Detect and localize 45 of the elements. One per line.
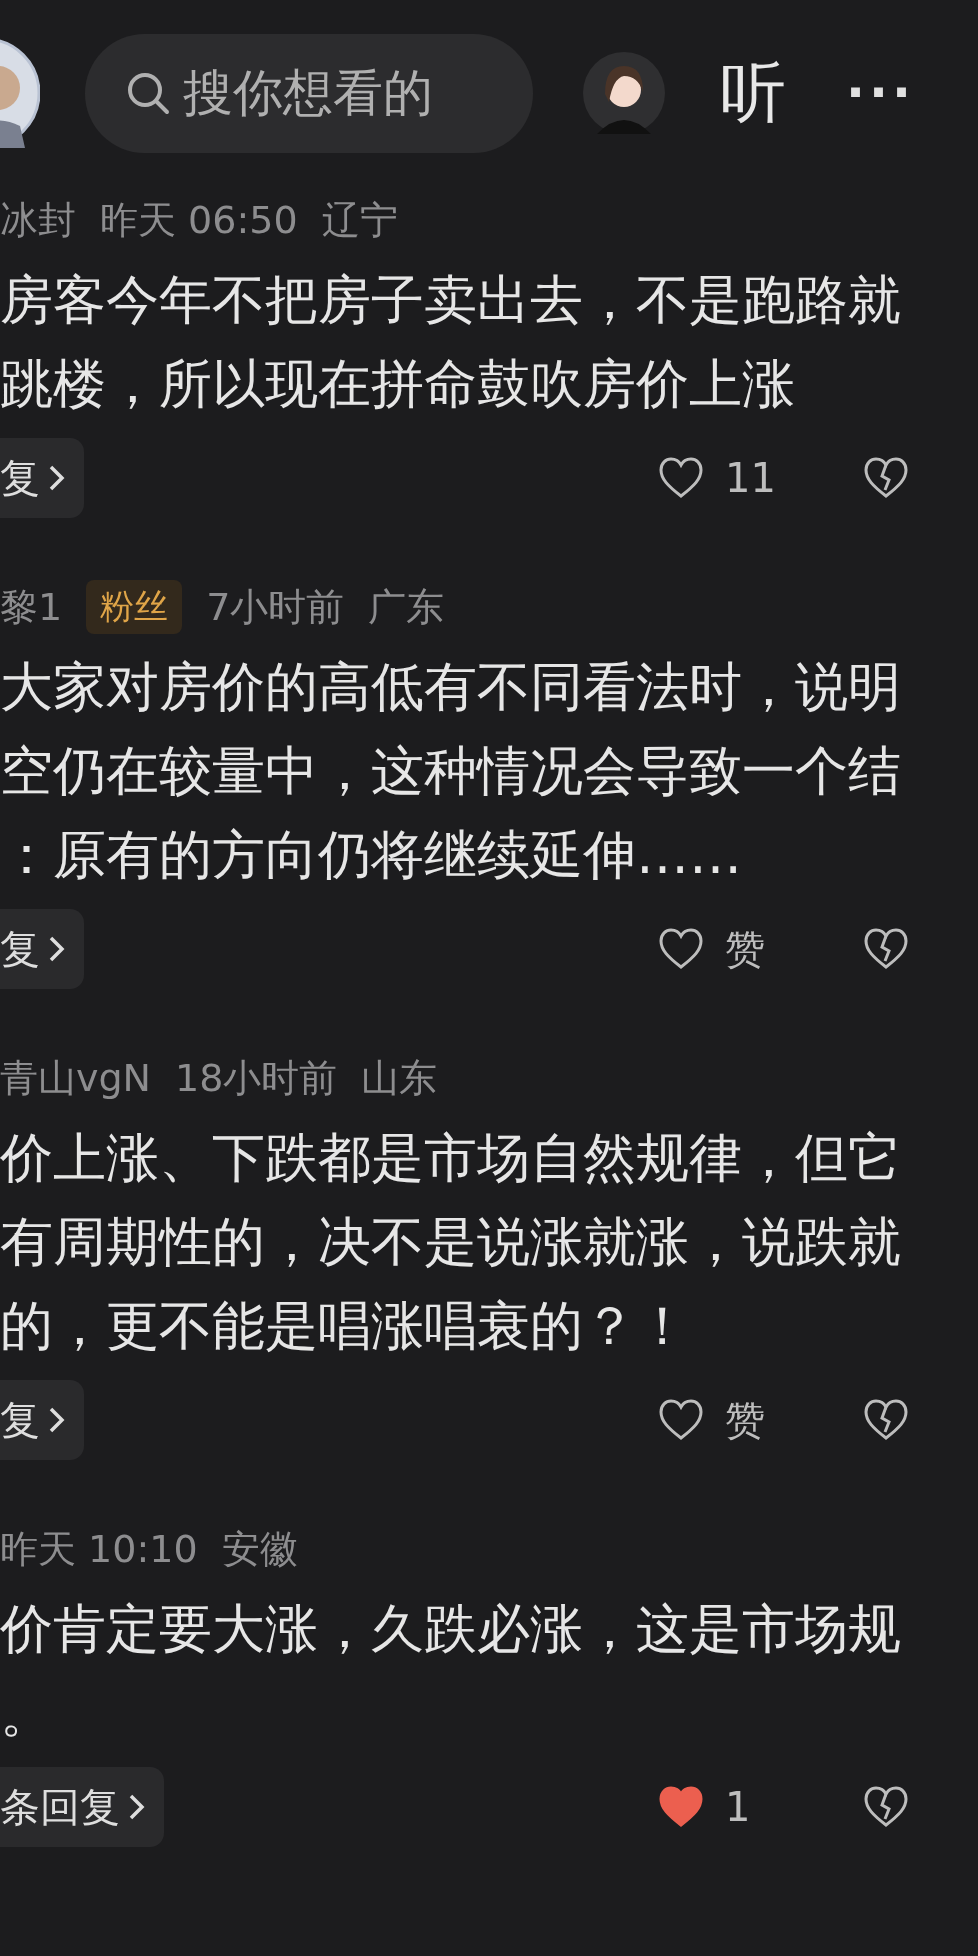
like-count: 赞 <box>725 924 765 974</box>
user-name: 冰封 <box>0 196 76 244</box>
user-name: 青山vgN <box>0 1054 152 1102</box>
comment-text: 价上涨、下跌都是市场自然规律，但它 <box>0 1126 902 1190</box>
search-field[interactable]: 搜你想看的 <box>85 33 533 153</box>
comment-text: 大家对房价的高低有不同看法时，说明 <box>0 655 902 719</box>
like-count: 1 <box>725 1784 751 1830</box>
broken-heart-icon[interactable] <box>862 927 910 971</box>
comment-text: 房客今年不把房子卖出去，不是跑路就 <box>0 268 902 332</box>
more-button[interactable]: ··· <box>846 64 915 122</box>
comment-time: 昨天 10:10 <box>0 1525 198 1573</box>
comment-text: ：原有的方向仍将继续延伸…… <box>0 823 743 887</box>
like-icon[interactable] <box>657 1398 705 1442</box>
comment-text: 有周期性的，决不是说涨就涨，说跌就 <box>0 1210 902 1274</box>
view-replies-button[interactable]: 复 <box>0 438 84 518</box>
comment-text: 空仍在较量中，这种情况会导致一个结 <box>0 739 902 803</box>
broken-heart-icon[interactable] <box>862 1785 910 1829</box>
comment-location: 山东 <box>361 1054 438 1102</box>
like-icon[interactable] <box>657 927 705 971</box>
avatar[interactable] <box>583 52 665 134</box>
comment-text: 。 <box>0 1681 54 1745</box>
broken-heart-icon[interactable] <box>862 1398 910 1442</box>
search-placeholder: 搜你想看的 <box>183 62 433 124</box>
like-count: 赞 <box>725 1395 765 1445</box>
comment-location: 广东 <box>368 583 445 631</box>
view-replies-button[interactable]: 复 <box>0 1380 84 1460</box>
like-icon[interactable] <box>657 456 705 500</box>
comment-text: 价肯定要大涨，久跌必涨，这是市场规 <box>0 1597 902 1661</box>
fan-badge: 粉丝 <box>86 580 183 634</box>
avatar[interactable] <box>0 38 40 148</box>
like-icon[interactable] <box>657 1785 705 1829</box>
broken-heart-icon[interactable] <box>862 456 910 500</box>
comment-location: 辽宁 <box>321 196 398 244</box>
comment-text: 跳楼，所以现在拼命鼓吹房价上涨 <box>0 352 796 416</box>
comment-time: 7小时前 <box>206 583 345 631</box>
user-name: 黎1 <box>0 583 63 631</box>
like-count: 11 <box>725 455 776 501</box>
comment-time: 18小时前 <box>175 1054 338 1102</box>
view-replies-button[interactable]: 复 <box>0 909 84 989</box>
search-icon <box>125 70 171 116</box>
comment-text: 的，更不能是唱涨唱衰的？！ <box>0 1294 690 1358</box>
comment-time: 昨天 06:50 <box>100 196 298 244</box>
view-replies-button[interactable]: 条回复 <box>0 1767 164 1847</box>
comment-location: 安徽 <box>221 1525 298 1573</box>
listen-button[interactable]: 听 <box>720 48 786 138</box>
